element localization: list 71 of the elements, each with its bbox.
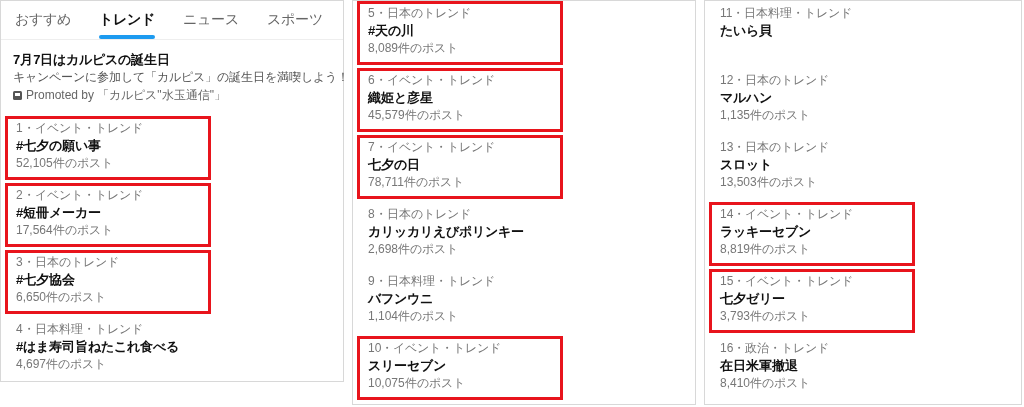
post-count: 17,564件のポスト [16, 222, 114, 238]
trend-category: 4・日本料理・トレンド [16, 322, 144, 337]
trend-item[interactable]: 15・イベント・トレンド 七夕ゼリー 3,793件のポスト [709, 269, 915, 333]
trend-category: 6・イベント・トレンド [368, 73, 496, 88]
post-count: 13,503件のポスト [720, 174, 818, 190]
post-count: 8,819件のポスト [720, 241, 812, 257]
trend-title: #七夕の願い事 [16, 137, 103, 155]
trend-item[interactable]: 12・日本のトレンド マルハン 1,135件のポスト [709, 68, 915, 132]
post-count: 1,135件のポスト [720, 107, 812, 123]
trend-item[interactable]: 13・日本のトレンド スロット 13,503件のポスト [709, 135, 915, 199]
promo-text: キャンペーンに参加して「カルピス」の誕生日を満喫しよう！ [13, 70, 349, 85]
trend-title: 七夕ゼリー [720, 290, 786, 308]
trend-item[interactable]: 6・イベント・トレンド 織姫と彦星 45,579件のポスト [357, 68, 563, 132]
post-count: 8,089件のポスト [368, 40, 460, 56]
trend-item[interactable]: 4・日本料理・トレンド #はま寿司旨ねたこれ食べる 4,697件のポスト [5, 317, 211, 381]
trend-title: カリッカリえびポリンキー [368, 223, 525, 241]
tab[interactable]: スポーツ [253, 1, 337, 39]
trend-item[interactable]: 3・日本のトレンド #七夕協会 6,650件のポスト [5, 250, 211, 314]
trend-title: #短冊メーカー [16, 204, 103, 222]
trend-title: スリーセブン [368, 357, 447, 375]
tab[interactable]: おすすめ [1, 1, 85, 39]
trend-item[interactable]: 1・イベント・トレンド #七夕の願い事 52,105件のポスト [5, 116, 211, 180]
trend-category: 3・日本のトレンド [16, 255, 120, 270]
post-count: 78,711件のポスト [368, 174, 465, 190]
trend-category: 2・イベント・トレンド [16, 188, 144, 203]
trend-title: たいら貝 [720, 22, 773, 40]
post-count: 45,579件のポスト [368, 107, 466, 123]
trend-item[interactable]: 10・イベント・トレンド スリーセブン 10,075件のポスト [357, 336, 563, 400]
trend-title: スロット [720, 156, 773, 174]
trend-category: 12・日本のトレンド [720, 73, 831, 88]
trend-category: 5・日本のトレンド [368, 6, 472, 21]
trend-category: 10・イベント・トレンド [368, 341, 503, 356]
trend-category: 11・日本料理・トレンド [720, 6, 854, 21]
post-count: 10,075件のポスト [368, 375, 466, 391]
post-count: 2,698件のポスト [368, 241, 460, 257]
tab[interactable]: トレンド [85, 1, 169, 39]
trend-title: #七夕協会 [16, 271, 77, 289]
post-count: 52,105件のポスト [16, 155, 114, 171]
tab[interactable]: ニュース [169, 1, 253, 39]
trend-category: 13・日本のトレンド [720, 140, 831, 155]
trend-title: 七夕の日 [368, 156, 421, 174]
trend-title: 在日米軍撤退 [720, 357, 799, 375]
trend-item[interactable]: 9・日本料理・トレンド バフンウニ 1,104件のポスト [357, 269, 563, 333]
trend-category: 9・日本料理・トレンド [368, 274, 496, 289]
post-count: 8,410件のポスト [720, 375, 812, 391]
promoted-icon [13, 90, 22, 100]
trend-item[interactable]: 2・イベント・トレンド #短冊メーカー 17,564件のポスト [5, 183, 211, 247]
trend-item[interactable]: 8・日本のトレンド カリッカリえびポリンキー 2,698件のポスト [357, 202, 563, 266]
trend-item[interactable]: 16・政治・トレンド 在日米軍撤退 8,410件のポスト [709, 336, 915, 400]
promoted-by: Promoted by 「カルピス"水玉通信"」 [26, 87, 226, 104]
trend-title: 織姫と彦星 [368, 89, 434, 107]
trend-category: 1・イベント・トレンド [16, 121, 144, 136]
promo-title: 7月7日はカルピスの誕生日 [13, 50, 172, 69]
trend-item[interactable]: 7・イベント・トレンド 七夕の日 78,711件のポスト [357, 135, 563, 199]
post-count: 1,104件のポスト [368, 308, 460, 324]
post-count: 6,650件のポスト [16, 289, 108, 305]
trend-title: マルハン [720, 89, 773, 107]
trend-category: 15・イベント・トレンド [720, 274, 855, 289]
trend-title: #はま寿司旨ねたこれ食べる [16, 338, 181, 356]
post-count: 3,793件のポスト [720, 308, 812, 324]
trend-category: 7・イベント・トレンド [368, 140, 496, 155]
trend-item[interactable]: 5・日本のトレンド #天の川 8,089件のポスト [357, 1, 563, 65]
trend-category: 8・日本のトレンド [368, 207, 472, 222]
trend-category: 16・政治・トレンド [720, 341, 831, 356]
trend-category: 14・イベント・トレンド [720, 207, 855, 222]
trend-item[interactable]: 11・日本料理・トレンド たいら貝 [709, 1, 915, 65]
trend-title: バフンウニ [368, 290, 434, 308]
trend-title: #天の川 [368, 22, 416, 40]
post-count: 4,697件のポスト [16, 356, 108, 372]
trend-title: ラッキーセブン [720, 223, 812, 241]
trend-item[interactable]: 14・イベント・トレンド ラッキーセブン 8,819件のポスト [709, 202, 915, 266]
